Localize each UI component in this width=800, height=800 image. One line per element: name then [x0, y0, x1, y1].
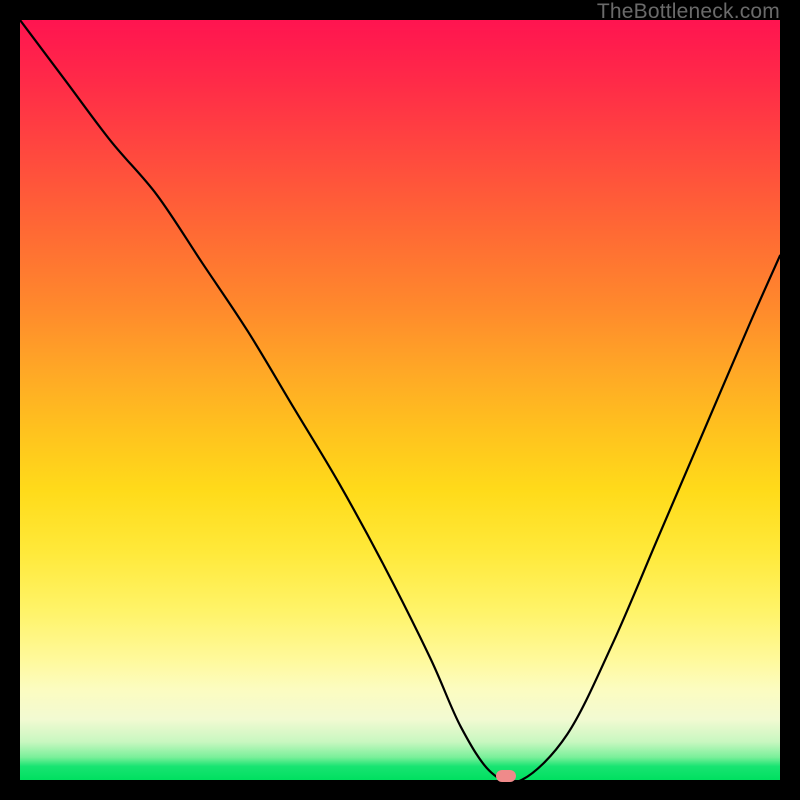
chart-plot-area	[20, 20, 780, 780]
minimum-marker	[496, 770, 516, 782]
bottleneck-curve	[20, 20, 780, 780]
chart-frame: TheBottleneck.com	[0, 0, 800, 800]
